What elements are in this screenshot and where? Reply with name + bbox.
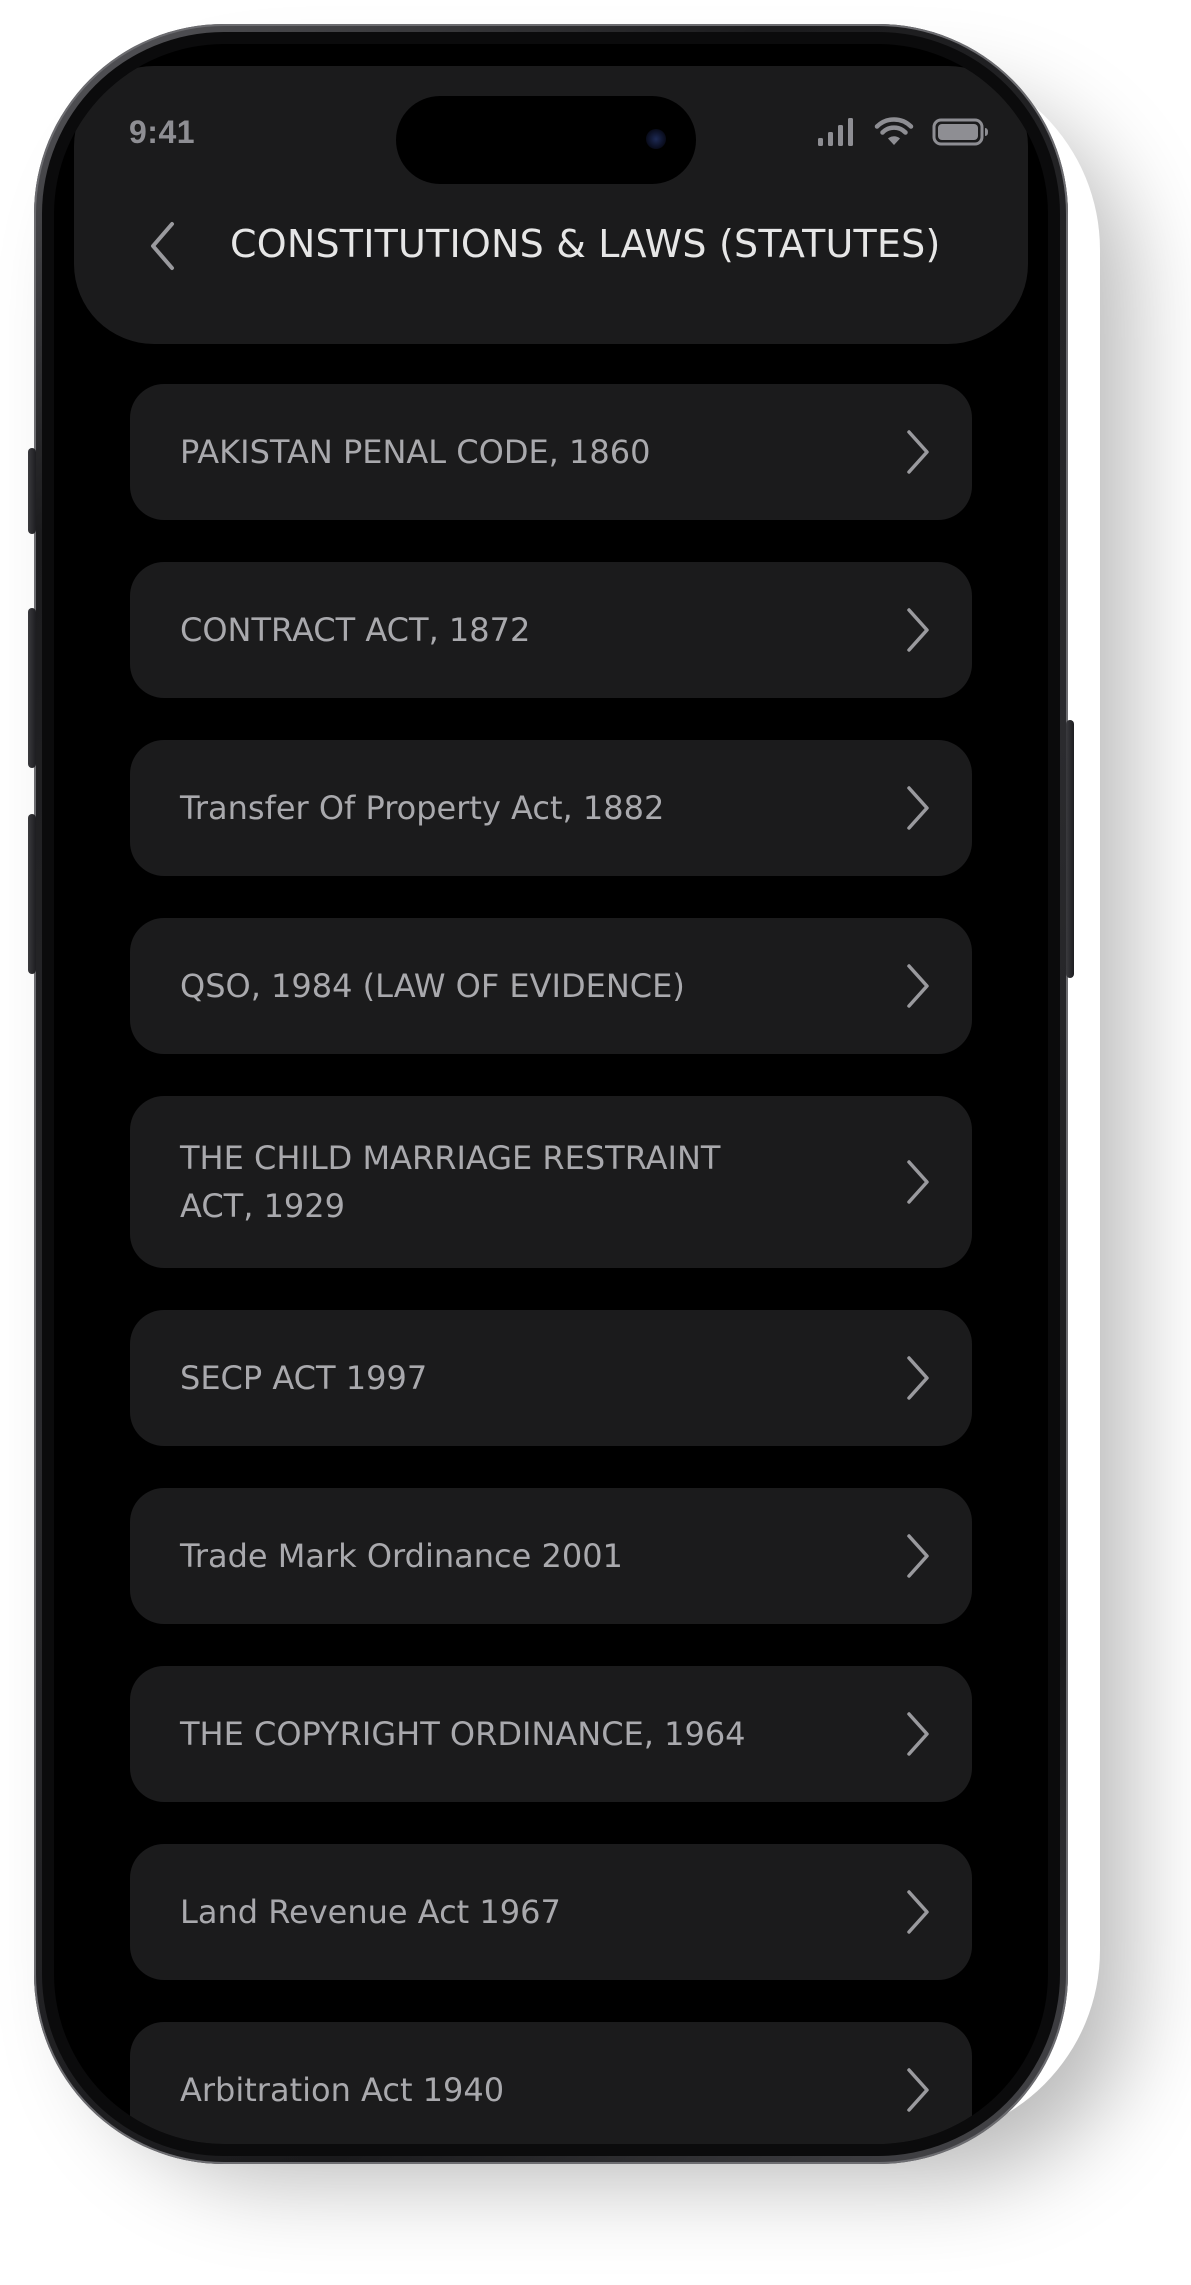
- list-item-label: SECP ACT 1997: [180, 1359, 428, 1397]
- statute-list: PAKISTAN PENAL CODE, 1860 CONTRACT ACT, …: [130, 384, 972, 2144]
- list-item-label: Trade Mark Ordinance 2001: [180, 1537, 623, 1575]
- page-title: CONSTITUTIONS & LAWS (STATUTES): [230, 222, 941, 266]
- chevron-right-icon: [900, 602, 936, 658]
- action-button: [28, 448, 36, 534]
- status-icons: [816, 112, 990, 152]
- list-item[interactable]: SECP ACT 1997: [130, 1310, 972, 1446]
- list-item[interactable]: THE COPYRIGHT ORDINANCE, 1964: [130, 1666, 972, 1802]
- list-item-label: CONTRACT ACT, 1872: [180, 611, 531, 649]
- volume-down-button: [28, 814, 36, 974]
- list-item-label: Arbitration Act 1940: [180, 2071, 505, 2109]
- cellular-signal-icon: [818, 118, 853, 146]
- chevron-right-icon: [900, 424, 936, 480]
- list-item[interactable]: Land Revenue Act 1967: [130, 1844, 972, 1980]
- volume-up-button: [28, 608, 36, 768]
- battery-icon: [932, 118, 988, 146]
- stage: 9:41 CONSTITUTIONS & LAWS (STATUTES) PAK…: [0, 0, 1191, 2285]
- chevron-left-icon: [151, 222, 174, 270]
- chevron-right-icon: [900, 1154, 936, 1210]
- chevron-right-icon: [900, 1350, 936, 1406]
- back-button[interactable]: [138, 216, 188, 276]
- list-item-label: THE COPYRIGHT ORDINANCE, 1964: [180, 1715, 746, 1753]
- status-time: 9:41: [129, 114, 196, 150]
- power-button: [1066, 720, 1074, 978]
- list-item-label: THE CHILD MARRIAGE RESTRAINT ACT, 1929: [180, 1139, 721, 1225]
- list-item[interactable]: CONTRACT ACT, 1872: [130, 562, 972, 698]
- list-item-label: QSO, 1984 (LAW OF EVIDENCE): [180, 967, 685, 1005]
- screen: 9:41 CONSTITUTIONS & LAWS (STATUTES) PAK…: [54, 44, 1048, 2144]
- list-item-label: Transfer Of Property Act, 1882: [180, 789, 665, 827]
- front-camera-icon: [646, 129, 666, 149]
- list-item[interactable]: THE CHILD MARRIAGE RESTRAINT ACT, 1929: [130, 1096, 972, 1268]
- list-item[interactable]: Trade Mark Ordinance 2001: [130, 1488, 972, 1624]
- chevron-right-icon: [900, 2062, 936, 2118]
- chevron-right-icon: [900, 1528, 936, 1584]
- chevron-right-icon: [900, 780, 936, 836]
- wifi-icon: [874, 117, 914, 145]
- list-item-label: PAKISTAN PENAL CODE, 1860: [180, 433, 651, 471]
- list-item[interactable]: Arbitration Act 1940: [130, 2022, 972, 2144]
- chevron-right-icon: [900, 958, 936, 1014]
- chevron-right-icon: [900, 1706, 936, 1762]
- dynamic-island: [396, 96, 696, 184]
- list-item[interactable]: Transfer Of Property Act, 1882: [130, 740, 972, 876]
- list-item-label: Land Revenue Act 1967: [180, 1893, 561, 1931]
- list-item[interactable]: QSO, 1984 (LAW OF EVIDENCE): [130, 918, 972, 1054]
- list-item[interactable]: PAKISTAN PENAL CODE, 1860: [130, 384, 972, 520]
- chevron-right-icon: [900, 1884, 936, 1940]
